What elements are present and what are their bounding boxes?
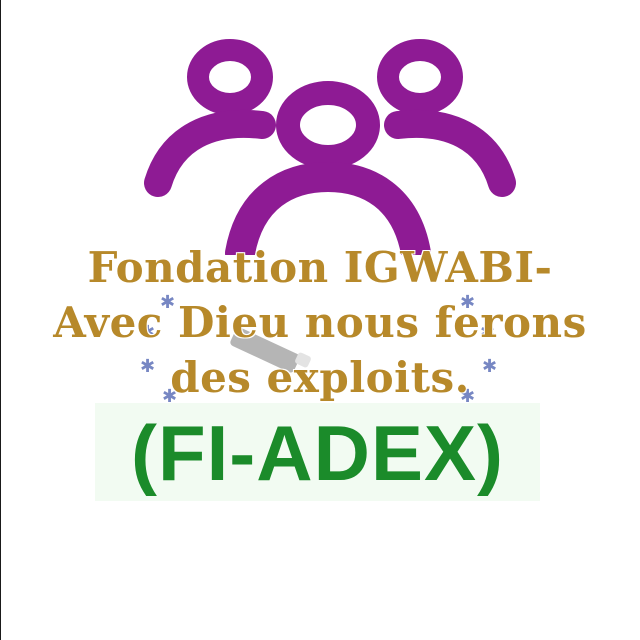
title-line-1: Fondation IGWABI- <box>87 243 553 292</box>
foundation-title: Fondation IGWABI- Avec Dieu nous ferons … <box>30 240 610 402</box>
title-line-3: des exploits. <box>170 353 470 402</box>
center-person-head <box>276 81 380 169</box>
logo-canvas: ✱ ✱ ✱ ✱ ✱ ✱ ✱ ✱ Fondation IGWABI- Avec D… <box>0 0 640 640</box>
left-border <box>0 0 1 640</box>
three-people-icon <box>144 39 516 255</box>
left-person-body <box>144 110 276 197</box>
right-person-head <box>377 39 463 115</box>
acronym-text: (FI-ADEX) <box>131 409 504 497</box>
title-line-2: Avec Dieu nous ferons <box>53 298 587 347</box>
right-person-body <box>384 110 516 197</box>
left-person-head <box>187 39 273 115</box>
